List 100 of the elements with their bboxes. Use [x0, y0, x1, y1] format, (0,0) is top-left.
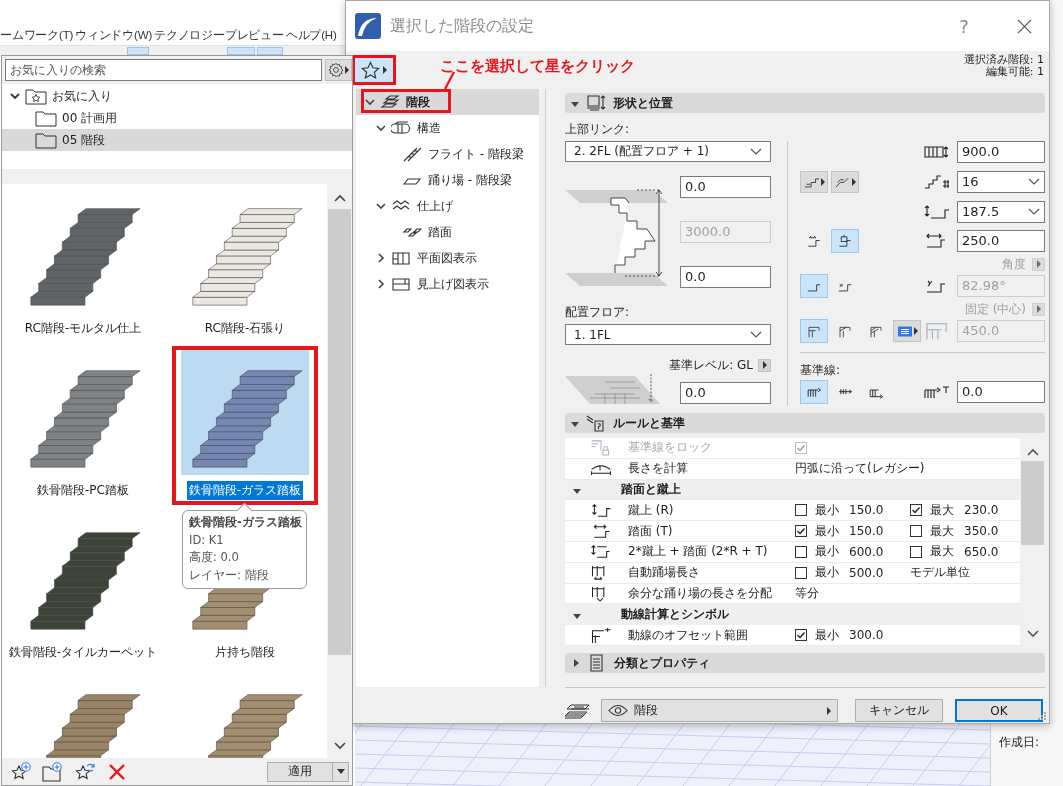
- favorite-item[interactable]: 鉄骨階段-タイルカーペット: [10, 508, 156, 667]
- scrollbar-thumb[interactable]: [328, 209, 351, 655]
- limit-label: 最小: [815, 501, 840, 519]
- limit-value: 300.0: [849, 628, 884, 643]
- favorite-item[interactable]: RC階段-モルタル仕上: [10, 184, 156, 343]
- checkbox[interactable]: [910, 545, 922, 558]
- favorites-button[interactable]: [352, 55, 396, 85]
- settings-icon: [328, 62, 344, 78]
- triangle-icon: [573, 613, 581, 619]
- layer-dropdown[interactable]: 階段: [601, 699, 838, 722]
- stair-type-button[interactable]: [800, 171, 828, 193]
- leader-line: [441, 71, 457, 90]
- checkbox[interactable]: [795, 566, 807, 579]
- checkmark-icon: [911, 505, 921, 516]
- scroll-up-icon[interactable]: [333, 194, 346, 202]
- tree-item[interactable]: 踏面: [356, 219, 539, 245]
- group-header[interactable]: 踏面と蹴上: [565, 479, 1020, 501]
- unit-note: モデル単位: [910, 564, 971, 582]
- tooltip-text: 高度: 0.0: [189, 549, 240, 566]
- ceiling-plan-icon: [391, 276, 411, 292]
- dropdown[interactable]: 2. 2FL (配置フロア + 1): [565, 141, 771, 162]
- checkbox[interactable]: [795, 545, 807, 558]
- tree-item[interactable]: 構造: [356, 115, 539, 141]
- checkmark-icon: [796, 442, 806, 453]
- tree-item[interactable]: 見上げ図表示: [356, 271, 539, 297]
- input-field[interactable]: 0.0: [680, 266, 771, 288]
- row-label: 余分な踊り場の長さを分配: [628, 584, 773, 602]
- step-formula-icon: [588, 543, 613, 561]
- menu-button[interactable]: [758, 358, 771, 372]
- input-field[interactable]: 0.0: [957, 381, 1045, 403]
- tree-item[interactable]: 踊り場 - 階段梁: [356, 167, 539, 193]
- limit-label: 最小: [815, 626, 840, 644]
- caret-icon: [762, 361, 767, 369]
- input-field[interactable]: 250.0: [957, 230, 1045, 252]
- row-label: 自動踊場長さ: [628, 564, 701, 582]
- row-value: 等分: [795, 584, 820, 602]
- dropdown[interactable]: 16: [957, 171, 1045, 193]
- folder-icon: [35, 131, 57, 149]
- search-field[interactable]: お気に入りの検索: [5, 59, 322, 81]
- walkline-icon: [926, 322, 948, 340]
- scroll-up-icon[interactable]: [1026, 448, 1039, 456]
- help-button[interactable]: ?: [952, 11, 976, 41]
- star-icon: [361, 60, 380, 80]
- menu-item[interactable]: ヘルプ(H): [285, 26, 337, 45]
- settings-button[interactable]: [325, 59, 352, 81]
- field-label: 基準線:: [800, 363, 842, 377]
- limit-value: 150.0: [849, 524, 884, 539]
- tree-item[interactable]: 00 計画用: [2, 107, 352, 129]
- section-header[interactable]: 形状と位置: [565, 93, 1045, 113]
- input-field[interactable]: 0.0: [680, 176, 771, 198]
- menu-item[interactable]: テクノロジープレビュー: [154, 26, 284, 45]
- tooltip-text: レイヤー: 階段: [189, 566, 270, 584]
- chevron-down-icon: [1028, 178, 1040, 186]
- checkbox[interactable]: [795, 504, 807, 517]
- input-field[interactable]: 0.0: [680, 382, 771, 404]
- checkbox[interactable]: [910, 525, 922, 538]
- favorite-item[interactable]: RC階段-石張り: [172, 184, 318, 343]
- scrollbar-thumb[interactable]: [1021, 461, 1044, 545]
- menu-item[interactable]: ームワーク(T): [0, 26, 74, 45]
- list-menu-button[interactable]: [893, 320, 921, 342]
- field-label: 配置フロア:: [565, 305, 631, 319]
- scroll-down-icon[interactable]: [1026, 630, 1039, 638]
- caret-icon: [827, 706, 831, 715]
- section-header[interactable]: 分類とプロパティ: [565, 653, 1045, 673]
- section-header[interactable]: ルールと基準: [565, 413, 1045, 433]
- resize-grip-icon[interactable]: [1037, 711, 1047, 721]
- apply-button[interactable]: 適用: [267, 761, 333, 782]
- dropdown[interactable]: 1. 1FL: [565, 324, 771, 345]
- input-field[interactable]: 900.0: [957, 141, 1045, 163]
- tree-item[interactable]: 仕上げ: [356, 193, 539, 219]
- caret-icon: [383, 66, 387, 74]
- cancel-button[interactable]: キャンセル: [855, 699, 943, 722]
- checkbox[interactable]: [795, 525, 807, 538]
- scroll-down-icon[interactable]: [333, 742, 346, 750]
- limit-value: 650.0: [964, 544, 999, 559]
- stringer-icon: [391, 120, 411, 136]
- group-header[interactable]: 動線計算とシンボル: [565, 604, 1020, 626]
- checkbox[interactable]: [795, 629, 807, 642]
- checkmark-icon: [796, 630, 806, 641]
- tree-item[interactable]: 05 階段: [2, 129, 352, 151]
- checkbox[interactable]: [910, 504, 922, 517]
- tooltip-text: ID: K1: [189, 531, 225, 549]
- dropdown[interactable]: 187.5: [957, 201, 1045, 223]
- tree-item[interactable]: 平面図表示: [356, 245, 539, 271]
- favorite-item[interactable]: 鉄骨階段-ガラス踏板: [172, 346, 318, 505]
- row-value: 円弧に沿って(レガシー): [795, 460, 926, 478]
- dropdown-button[interactable]: [333, 761, 349, 782]
- stair-width-icon: [923, 144, 951, 160]
- menu-item[interactable]: ウィンドウ(W): [75, 26, 152, 45]
- tree-item[interactable]: 階段: [356, 89, 539, 115]
- toggle-button[interactable]: [800, 380, 828, 404]
- tree-item[interactable]: フライト - 階段梁: [356, 141, 539, 167]
- riser-count-icon: [923, 174, 951, 190]
- row-label: 蹴上 (R): [628, 501, 675, 519]
- stair-type-button[interactable]: [831, 171, 859, 193]
- tree-item[interactable]: お気に入り: [2, 85, 352, 107]
- ok-button[interactable]: OK: [955, 699, 1043, 722]
- toggle-button[interactable]: [831, 229, 859, 253]
- favorite-item[interactable]: 鉄骨階段-PC踏板: [10, 346, 156, 505]
- limit-value: 230.0: [964, 503, 999, 518]
